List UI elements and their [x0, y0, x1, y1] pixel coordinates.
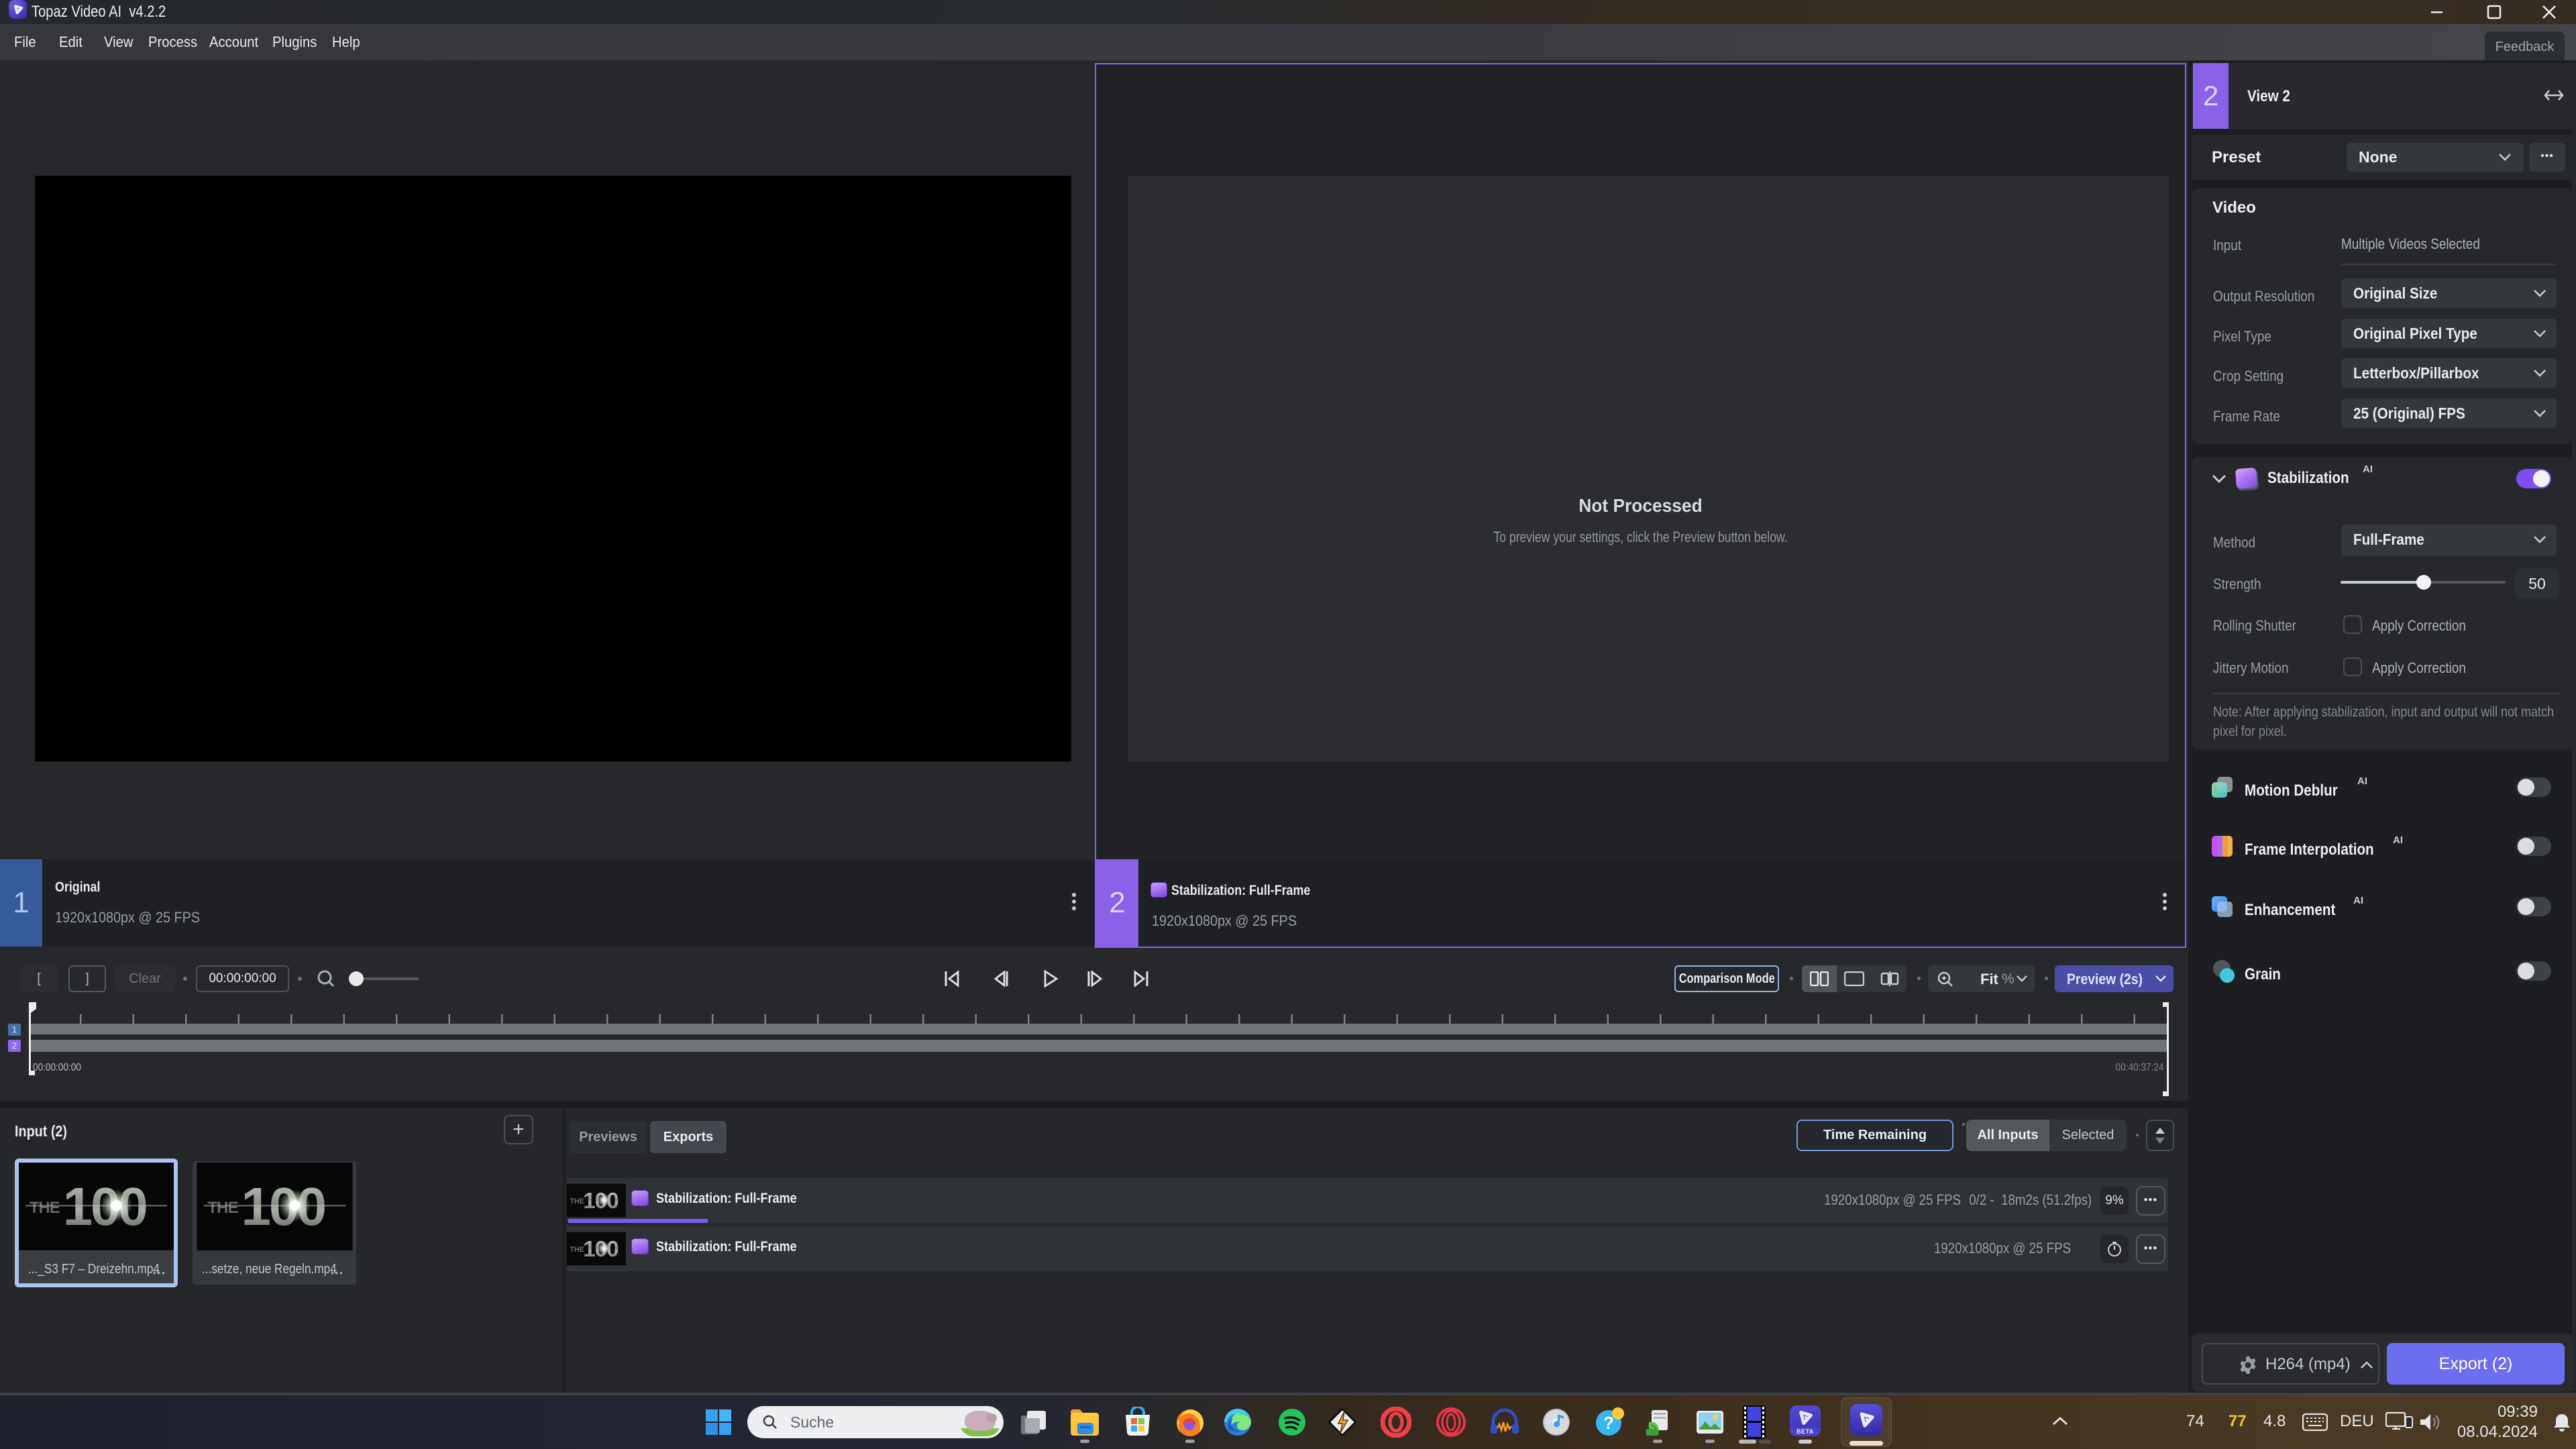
svg-text:THE: THE — [208, 1199, 239, 1217]
svg-text:THE: THE — [30, 1199, 60, 1217]
svg-text:THE: THE — [570, 1246, 584, 1254]
svg-text:THE: THE — [570, 1197, 584, 1205]
svg-text:?: ? — [1603, 1413, 1614, 1433]
